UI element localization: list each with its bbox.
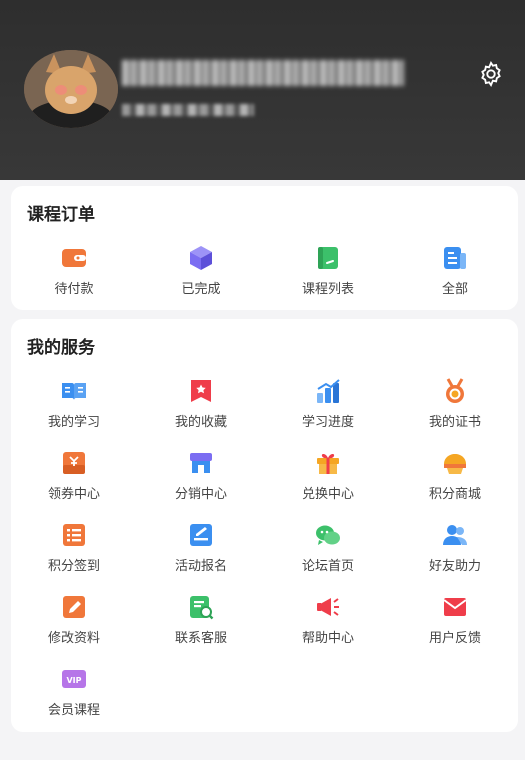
service-item-distribution-center[interactable]: 分销中心 [138, 449, 264, 507]
vip-icon: VIP [62, 670, 86, 688]
order-item-completed[interactable]: 已完成 [138, 244, 264, 302]
service-item-learning-progress[interactable]: 学习进度 [265, 377, 391, 435]
service-item-label: 好友助力 [428, 559, 481, 574]
edit-pencil-icon [63, 596, 85, 618]
username-redacted [122, 60, 404, 86]
service-item-label: 论坛首页 [301, 559, 354, 574]
service-item-label: 帮助中心 [301, 631, 354, 646]
svg-text:VIP: VIP [66, 676, 81, 685]
service-item-label: 修改资料 [47, 631, 100, 646]
profile-header [0, 0, 525, 180]
service-item-friend-support[interactable]: 好友助力 [392, 521, 518, 579]
bookmark-star-icon [191, 380, 211, 402]
order-item-course-list[interactable]: 课程列表 [265, 244, 391, 302]
service-item-user-feedback[interactable]: 用户反馈 [392, 593, 518, 651]
envelope-icon [443, 598, 467, 616]
document-list-icon [444, 247, 466, 269]
wallet-icon [62, 249, 86, 267]
bar-chart-icon [317, 379, 340, 403]
service-item-label: 积分签到 [47, 559, 100, 574]
cake-icon [444, 454, 466, 474]
signup-edit-icon [190, 524, 212, 546]
service-item-label: 我的证书 [428, 415, 481, 430]
friends-icon [443, 525, 467, 545]
book-icon [62, 383, 86, 400]
service-item-points-checkin[interactable]: 积分签到 [11, 521, 137, 579]
service-search-icon [190, 596, 214, 620]
service-item-label: 联系客服 [174, 631, 227, 646]
service-item-label: 兑换中心 [301, 487, 354, 502]
order-item-label: 课程列表 [301, 282, 354, 297]
service-item-label: 活动报名 [174, 559, 227, 574]
settings-gear-icon[interactable] [477, 60, 505, 88]
checklist-icon [63, 524, 85, 546]
avatar[interactable] [24, 50, 118, 128]
service-item-label: 分销中心 [174, 487, 227, 502]
order-item-all[interactable]: 全部 [392, 244, 518, 302]
service-item-coupon-center[interactable]: 领券中心 [11, 449, 137, 507]
service-item-label: 我的学习 [47, 415, 100, 430]
service-item-help-center[interactable]: 帮助中心 [265, 593, 391, 651]
my-services-grid: 我的学习 我的收藏 学习进度 我的证书 领券中心 分销中心 兑换中心 积分商城 … [11, 319, 518, 732]
bottom-spacer [0, 740, 525, 760]
service-item-redemption-center[interactable]: 兑换中心 [265, 449, 391, 507]
order-item-label: 待付款 [54, 282, 94, 297]
service-item-points-mall[interactable]: 积分商城 [392, 449, 518, 507]
notebook-icon [318, 247, 338, 269]
service-item-vip-courses[interactable]: VIP 会员课程 [11, 665, 137, 723]
order-item-pending-payment[interactable]: 待付款 [11, 244, 137, 302]
service-item-my-certificates[interactable]: 我的证书 [392, 377, 518, 435]
course-orders-card: 课程订单 待付款 已完成 课程列表 全部 [11, 186, 518, 310]
order-item-label: 已完成 [181, 282, 221, 297]
service-item-label: 领券中心 [47, 487, 100, 502]
service-item-my-favorites[interactable]: 我的收藏 [138, 377, 264, 435]
service-item-label: 我的收藏 [174, 415, 227, 430]
order-item-label: 全部 [441, 282, 468, 297]
user-id-redacted [122, 104, 254, 116]
service-item-my-learning[interactable]: 我的学习 [11, 377, 137, 435]
coupon-icon [63, 452, 85, 474]
medal-icon [446, 378, 464, 403]
service-item-label: 学习进度 [301, 415, 354, 430]
service-item-contact-support[interactable]: 联系客服 [138, 593, 264, 651]
service-item-forum-home[interactable]: 论坛首页 [265, 521, 391, 579]
service-item-edit-profile[interactable]: 修改资料 [11, 593, 137, 651]
cat-avatar-image [24, 50, 118, 128]
gift-icon [317, 453, 339, 474]
service-item-label: 用户反馈 [428, 631, 481, 646]
shop-icon [190, 453, 212, 473]
chat-icon [316, 525, 340, 545]
service-item-event-signup[interactable]: 活动报名 [138, 521, 264, 579]
my-services-card: 我的服务 我的学习 我的收藏 学习进度 我的证书 领券中心 分销中心 兑换中心 … [11, 319, 518, 732]
service-item-label: 积分商城 [428, 487, 481, 502]
cube-icon [190, 246, 212, 270]
course-orders-grid: 待付款 已完成 课程列表 全部 [11, 186, 518, 310]
megaphone-icon [317, 598, 339, 616]
service-item-label: 会员课程 [47, 703, 100, 718]
